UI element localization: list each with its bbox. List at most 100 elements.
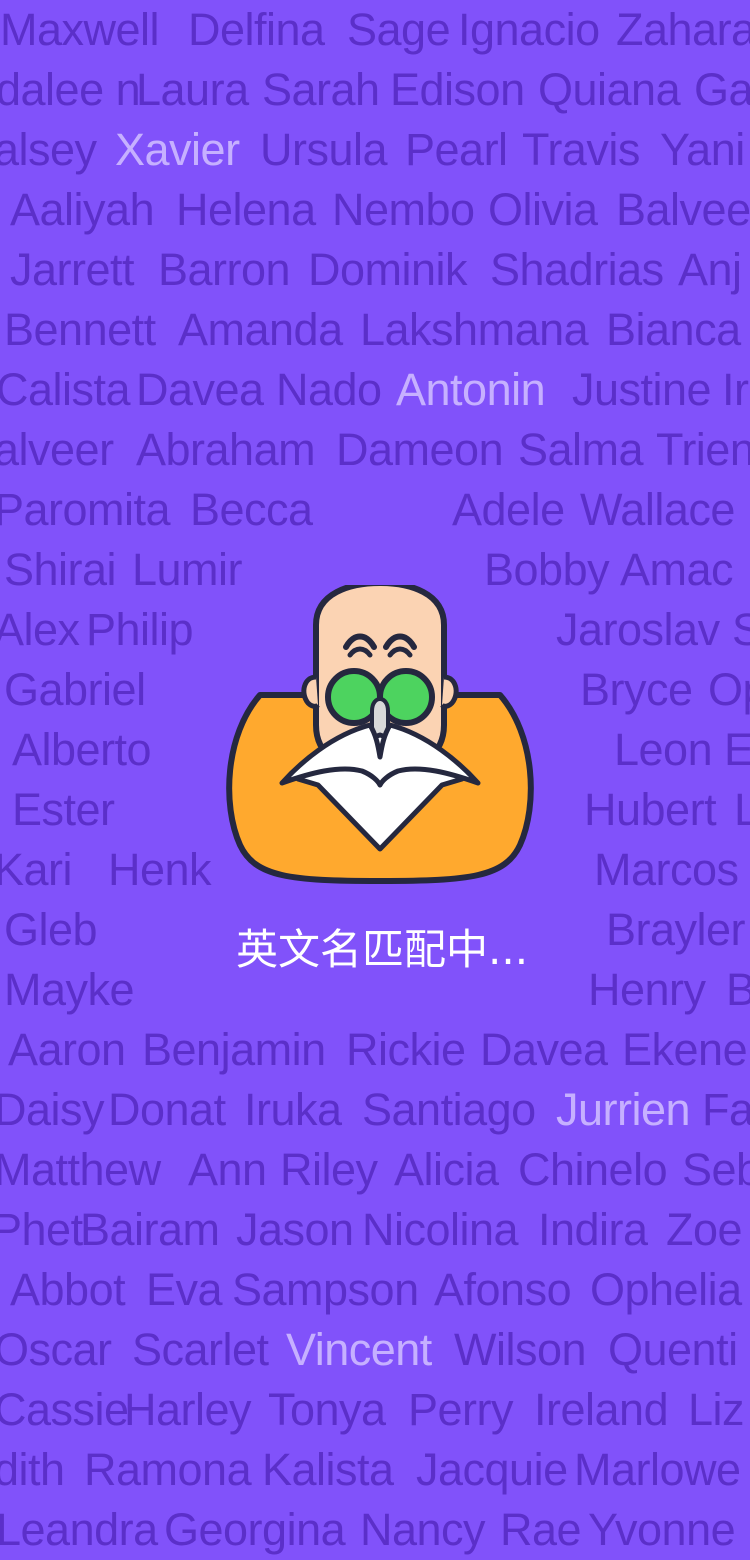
name-word: B	[726, 964, 750, 1015]
name-word: Dameon	[336, 424, 504, 475]
name-word: Helena	[176, 184, 316, 235]
name-word: Ann	[188, 1144, 267, 1195]
name-word: Jarrett	[10, 244, 135, 295]
name-word: Seb	[682, 1144, 750, 1195]
name-word: L	[734, 784, 750, 835]
name-word: Delfina	[188, 4, 325, 55]
name-word: Kalista	[262, 1444, 394, 1495]
name-word: Balvee	[616, 184, 750, 235]
name-word: Henk	[108, 844, 212, 895]
name-row: Matthew Ann Riley Alicia Chinelo Seb	[0, 1140, 750, 1200]
name-word: Xavier	[115, 124, 240, 175]
name-word: Ir	[722, 364, 749, 415]
name-word: Donat	[108, 1084, 226, 1135]
name-word: Quiana	[538, 64, 681, 115]
name-word: Abbot	[10, 1264, 126, 1315]
name-word: Sampson	[232, 1264, 419, 1315]
name-word: Shadrias	[490, 244, 664, 295]
name-word: Leon	[614, 724, 713, 775]
name-word: Davea	[480, 1024, 608, 1075]
name-word: Tonya	[268, 1384, 386, 1435]
name-word: Olivia	[488, 184, 598, 235]
name-word: Sage	[347, 4, 451, 55]
name-word: Bianca	[606, 304, 741, 355]
name-word: Leandra	[0, 1504, 158, 1555]
name-word: Travis	[522, 124, 640, 175]
name-word: Santiago	[362, 1084, 536, 1135]
name-word: Georgina	[164, 1504, 346, 1555]
name-word: dalee n	[0, 64, 141, 115]
loading-overlay: 英文名匹配中...	[210, 575, 550, 995]
name-word: Oscar	[0, 1324, 112, 1375]
name-row: Calista Davea Nado Antonin Justine Ir	[0, 360, 750, 420]
name-row: Daisy Donat Iruka Santiago Jurrien Fa	[0, 1080, 750, 1140]
name-word: Jason	[236, 1204, 354, 1255]
name-word: Marcos	[594, 844, 739, 895]
name-word: Antonin	[396, 364, 546, 415]
name-word: Perry	[408, 1384, 514, 1435]
name-row: Bennett Amanda Lakshmana Bianca	[0, 300, 750, 360]
name-word: Chinelo	[518, 1144, 668, 1195]
name-row: dalee n Laura Sarah Edison Quiana Ga	[0, 60, 750, 120]
name-row: Jarrett Barron Dominik Shadrias Anj	[0, 240, 750, 300]
name-word: Bennett	[4, 304, 156, 355]
name-row: Abbot Eva Sampson Afonso Ophelia	[0, 1260, 750, 1320]
name-word: Zoe	[666, 1204, 743, 1255]
name-word: Ophelia	[590, 1264, 742, 1315]
name-word: Lakshmana	[360, 304, 589, 355]
name-word: Nicolina	[362, 1204, 519, 1255]
name-word: Afonso	[434, 1264, 572, 1315]
name-row: Maxwell Delfina Sage Ignacio Zahara	[0, 0, 750, 60]
name-word: Trien	[656, 424, 750, 475]
name-word: Ireland	[534, 1384, 669, 1435]
name-word: Edison	[390, 64, 525, 115]
name-row: Oscar Scarlet Vincent Wilson Quenti	[0, 1320, 750, 1380]
name-word: Ekene	[622, 1024, 748, 1075]
name-word: Nancy	[360, 1504, 486, 1555]
name-word: Jurrien	[556, 1084, 691, 1135]
name-word: Indira	[538, 1204, 648, 1255]
name-word: Brayler	[606, 904, 746, 955]
name-word: Benjamin	[142, 1024, 326, 1075]
name-row: alveer Abraham Dameon Salma Trien	[0, 420, 750, 480]
name-word: Rickie	[346, 1024, 466, 1075]
name-word: Amanda	[178, 304, 343, 355]
loading-status-text: 英文名匹配中...	[236, 925, 529, 974]
name-row: Paromita Becca Adele Wallace	[0, 480, 750, 540]
name-word: Yvonne	[588, 1504, 736, 1555]
name-row: Cassie Harley Tonya Perry Ireland Liz	[0, 1380, 750, 1440]
name-word: Justine	[572, 364, 712, 415]
name-word: Philip	[86, 604, 194, 655]
name-word: Riley	[280, 1144, 378, 1195]
name-word: Adele	[452, 484, 565, 535]
name-word: Alberto	[12, 724, 152, 775]
name-word: Nembo	[332, 184, 475, 235]
name-word: Ursula	[260, 124, 388, 175]
name-word: Marlowe	[574, 1444, 741, 1495]
name-word: Dominik	[308, 244, 468, 295]
name-word: Fa	[702, 1084, 750, 1135]
name-word: Bairam	[80, 1204, 220, 1255]
name-word: Cassie	[0, 1384, 129, 1435]
name-word: Abraham	[136, 424, 316, 475]
old-master-mascot-icon	[226, 585, 534, 884]
name-row: Aaron Benjamin Rickie Davea Ekene	[0, 1020, 750, 1080]
name-word: Matthew	[0, 1144, 161, 1195]
name-word: Iruka	[244, 1084, 342, 1135]
name-word: Quenti	[608, 1324, 738, 1375]
name-word: Mayke	[4, 964, 135, 1015]
name-word: Sarah	[262, 64, 380, 115]
name-word: Alicia	[394, 1144, 499, 1195]
name-word: Becca	[190, 484, 313, 535]
name-row: dith Ramona Kalista Jacquie Marlowe	[0, 1440, 750, 1500]
name-word: Kari	[0, 844, 73, 895]
name-word: Rae	[500, 1504, 582, 1555]
name-word: Jacquie	[416, 1444, 568, 1495]
name-word: Ignacio	[458, 4, 600, 55]
name-word: Bryce	[580, 664, 693, 715]
name-word: Liz	[688, 1384, 745, 1435]
name-word: Hubert	[584, 784, 717, 835]
name-word: S	[732, 604, 750, 655]
name-word: Op	[708, 664, 750, 715]
name-word: Barron	[158, 244, 291, 295]
